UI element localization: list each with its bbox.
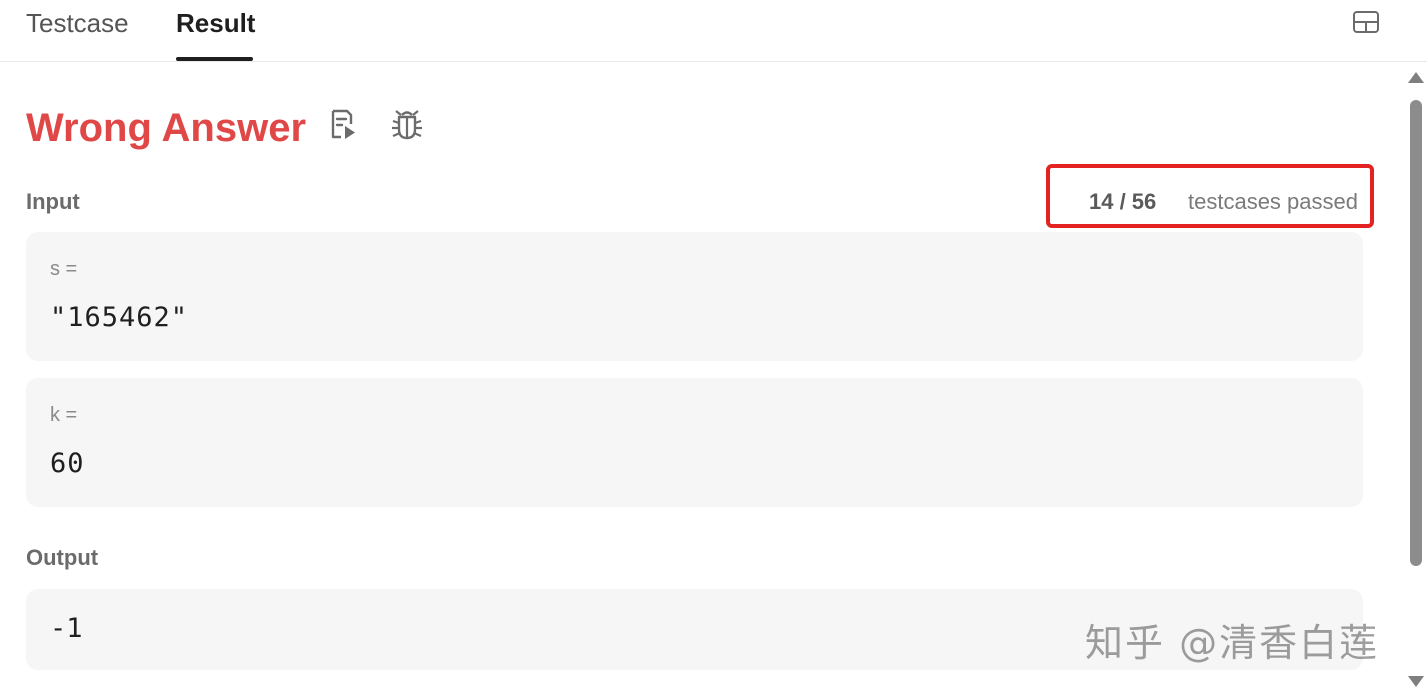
active-tab-indicator <box>176 57 253 61</box>
output-value: -1 <box>50 613 83 644</box>
tab-bar: Testcase Result <box>0 0 1427 62</box>
editorial-icon[interactable] <box>328 108 358 140</box>
debug-icon[interactable] <box>390 107 424 141</box>
input-card-k: k = 60 <box>26 378 1363 507</box>
testcases-passed-label: testcases passed <box>1188 189 1358 214</box>
testcases-passed-count: 14 / 56 <box>1089 189 1157 214</box>
variable-name: s = <box>50 258 78 280</box>
result-panel: Wrong Answer Input 14 / 56 testcases pas… <box>0 63 1400 695</box>
scroll-down-arrow-icon[interactable] <box>1408 676 1424 687</box>
watermark: 知乎 @清香白莲 <box>1085 621 1380 665</box>
variable-value: "165462" <box>50 302 189 333</box>
scroll-up-arrow-icon[interactable] <box>1408 72 1424 83</box>
variable-value: 60 <box>50 448 85 479</box>
variable-name: k = <box>50 404 78 426</box>
output-label: Output <box>26 545 99 570</box>
tab-testcase[interactable]: Testcase <box>26 8 129 38</box>
tab-result[interactable]: Result <box>176 8 255 38</box>
result-status: Wrong Answer <box>26 106 307 150</box>
input-card-s: s = "165462" <box>26 232 1363 361</box>
input-label: Input <box>26 189 80 214</box>
panel-layout-icon[interactable] <box>1352 10 1380 34</box>
scroll-thumb[interactable] <box>1410 100 1422 566</box>
vertical-scrollbar[interactable] <box>1404 63 1427 695</box>
